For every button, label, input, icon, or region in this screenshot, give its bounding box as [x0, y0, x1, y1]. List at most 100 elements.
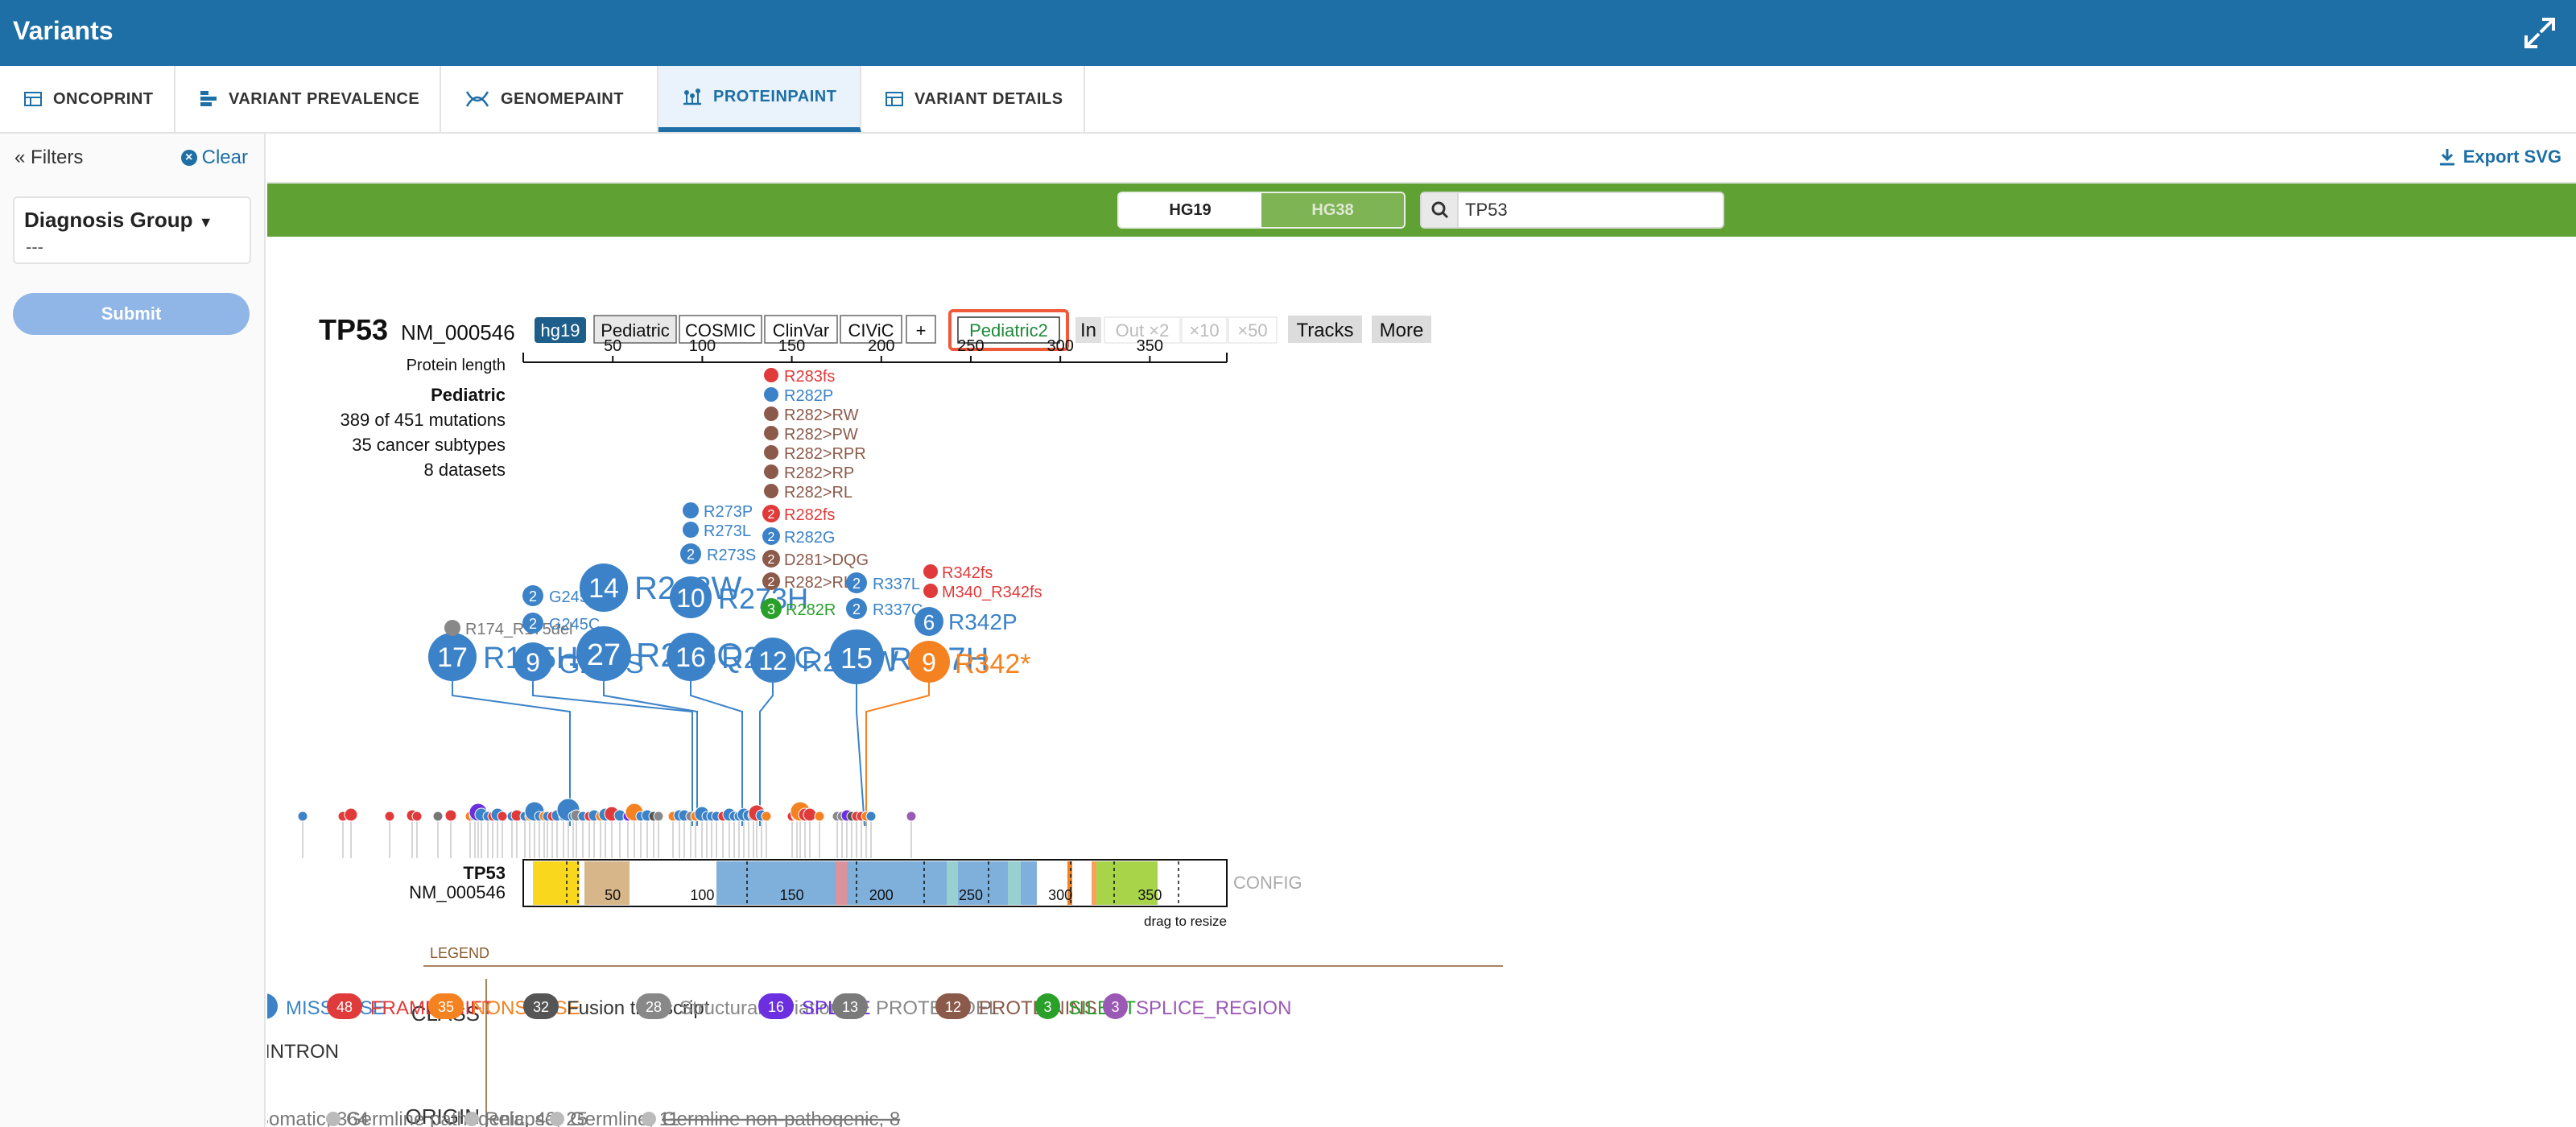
mutation-label-r175h[interactable]: 17 R175H	[428, 633, 578, 681]
zoom-in-button[interactable]: In	[1075, 317, 1101, 343]
mutation-label-r273s[interactable]: 2 R273S	[680, 543, 756, 564]
mutation-label-r282g[interactable]: 2 R282G	[762, 527, 835, 547]
mutation-label-r337l[interactable]: 2 R337L	[846, 572, 920, 593]
dot	[764, 445, 778, 460]
mutation-name: R282>RP	[784, 464, 854, 482]
lollipop[interactable]	[814, 811, 825, 858]
tab-variant-details[interactable]: VARIANT DETAILS	[861, 66, 1085, 132]
leader-line	[856, 681, 865, 827]
zoom-10-button[interactable]: ×10	[1181, 316, 1228, 344]
main-panel: Export SVG HG19 HG38 TP53 NM_000546 hg19…	[267, 134, 2576, 1127]
lollipop[interactable]	[865, 811, 877, 858]
genome-search-bar: HG19 HG38	[267, 184, 2576, 237]
tab-proteinpaint[interactable]: PROTEINPAINT	[658, 66, 861, 132]
zoom-50-button[interactable]: ×50	[1228, 316, 1278, 344]
count: 6	[923, 610, 935, 634]
mutation-name: R273L	[704, 522, 751, 540]
domain-highlight	[836, 861, 847, 905]
legend-origins: Somatic, 364Germline pathogenic, 43Relap…	[267, 1108, 900, 1127]
diagnosis-group-dropdown[interactable]: Diagnosis Group ▼ ---	[13, 196, 251, 264]
lollipop[interactable]	[497, 811, 508, 858]
clear-filters-button[interactable]: × Clear	[180, 147, 248, 169]
mutation-label-r282-rw[interactable]: R282>RW	[764, 407, 859, 424]
legend-origin-item[interactable]: Germline non-pathogenic, 8	[642, 1108, 900, 1127]
mutation-label-r282p[interactable]: R282P	[764, 387, 833, 405]
proteinpaint-canvas: TP53 NM_000546 hg19 Pediatric COSMIC Cli…	[267, 309, 1503, 1127]
mutation-name: R282P	[784, 387, 833, 405]
genome-option-hg19[interactable]: HG19	[1119, 193, 1261, 227]
dot	[683, 502, 699, 518]
expand-icon[interactable]	[2521, 14, 2558, 52]
drag-resize-label[interactable]: drag to resize	[1144, 914, 1227, 929]
dot	[764, 387, 778, 402]
count: 2	[852, 576, 861, 592]
mutation-label-d281-dqg[interactable]: 2 D281>DQG	[762, 550, 869, 569]
isoform-name: NM_000546	[401, 320, 515, 345]
mutation-label-r282-pw[interactable]: R282>PW	[764, 426, 858, 444]
leader-line	[532, 681, 693, 826]
genome-option-hg38[interactable]: HG38	[1261, 193, 1404, 227]
more-button[interactable]: More	[1372, 316, 1431, 343]
mutation-label-r273l[interactable]: R273L	[683, 522, 751, 540]
count: 16	[675, 642, 706, 673]
tracks-button[interactable]: Tracks	[1288, 316, 1362, 343]
legend-origin-item[interactable]: Germline, 11	[550, 1108, 679, 1127]
ruler-tick-label: 250	[957, 337, 984, 355]
dot	[923, 584, 938, 598]
mutation-name: R282R	[786, 601, 836, 619]
dot	[444, 620, 460, 636]
lollipop[interactable]	[906, 811, 917, 858]
mutation-label-r337c[interactable]: 2 R337C	[846, 598, 923, 619]
domain-highlight	[947, 861, 958, 905]
search-icon	[1431, 201, 1449, 219]
tab-bar: ONCOPRINT VARIANT PREVALENCE GENOMEPAINT…	[0, 66, 2576, 134]
mutation-name: R282>RPR	[784, 445, 866, 463]
lollipop[interactable]	[444, 809, 457, 858]
domain-position-label: 200	[869, 887, 894, 903]
filters-label: Filters	[31, 147, 84, 168]
legend-class-proteindel[interactable]: 13PROTEINDEL	[832, 993, 999, 1019]
mutation-label-r283fs[interactable]: R283fs	[764, 368, 835, 386]
tab-oncoprint[interactable]: ONCOPRINT	[0, 66, 175, 132]
mutation-label-r282-rp[interactable]: R282>RP	[764, 464, 854, 482]
mutation-label-m340-r342fs[interactable]: M340_R342fs	[923, 584, 1042, 601]
mutation-label-r282r[interactable]: 3 R282R	[761, 598, 836, 619]
submit-button[interactable]: Submit	[13, 293, 250, 335]
config-button[interactable]: CONFIG	[1233, 873, 1302, 893]
count: 2	[768, 530, 775, 544]
ruler-tick-label: 150	[778, 337, 805, 355]
mutation-label-r282fs[interactable]: 2 R282fs	[762, 505, 835, 524]
mutation-label-g245c[interactable]: 2 G245C	[522, 613, 600, 634]
export-svg-button[interactable]: Export SVG	[2439, 147, 2562, 167]
collapse-filters-link[interactable]: « Filters	[14, 147, 83, 169]
mutation-name: R342P	[948, 609, 1018, 634]
search-button[interactable]	[1422, 193, 1459, 227]
tab-genomepaint[interactable]: GENOMEPAINT	[441, 66, 658, 132]
chart-icon	[683, 89, 701, 105]
lollipop[interactable]	[344, 807, 358, 858]
mutation-label-r282-rpr[interactable]: R282>RPR	[764, 445, 866, 463]
domain-gene-label: TP53	[463, 863, 506, 883]
protein-length-label: Protein length	[407, 357, 506, 374]
gene-search-input[interactable]	[1465, 193, 1719, 227]
mutation-label-r273p[interactable]: R273P	[683, 502, 753, 521]
legend-classes: 259MISSENSE48FRAMESHIFT35NONSENSE32Fusio…	[267, 993, 1291, 1063]
lollipop[interactable]	[761, 811, 772, 858]
mutation-label-r282-rl[interactable]: R282>RL	[764, 484, 852, 502]
mutation-label-r248q[interactable]: 27 R248Q	[576, 626, 743, 681]
lollipop[interactable]	[653, 811, 664, 858]
lollipop[interactable]	[411, 811, 423, 858]
mutation-label-r342fs[interactable]: R342fs	[923, 564, 993, 582]
lollipop[interactable]	[384, 811, 395, 858]
legend-class-missense[interactable]: 259MISSENSE	[267, 993, 386, 1019]
legend-class-frameshift[interactable]: 48FRAMESHIFT	[327, 993, 494, 1019]
domain-tad1[interactable]	[533, 861, 580, 905]
lollipop[interactable]	[297, 811, 308, 858]
tab-variant-prevalence[interactable]: VARIANT PREVALENCE	[175, 66, 441, 132]
add-track-button[interactable]: +	[906, 315, 936, 344]
caret-down-icon: ▼	[198, 214, 213, 230]
legend-class-intron[interactable]: 2INTRON	[267, 1037, 339, 1063]
lollipop[interactable]	[432, 811, 444, 858]
mutation-label-r342p[interactable]: 6 R342P	[914, 607, 1018, 636]
lollipop[interactable]	[524, 801, 545, 858]
